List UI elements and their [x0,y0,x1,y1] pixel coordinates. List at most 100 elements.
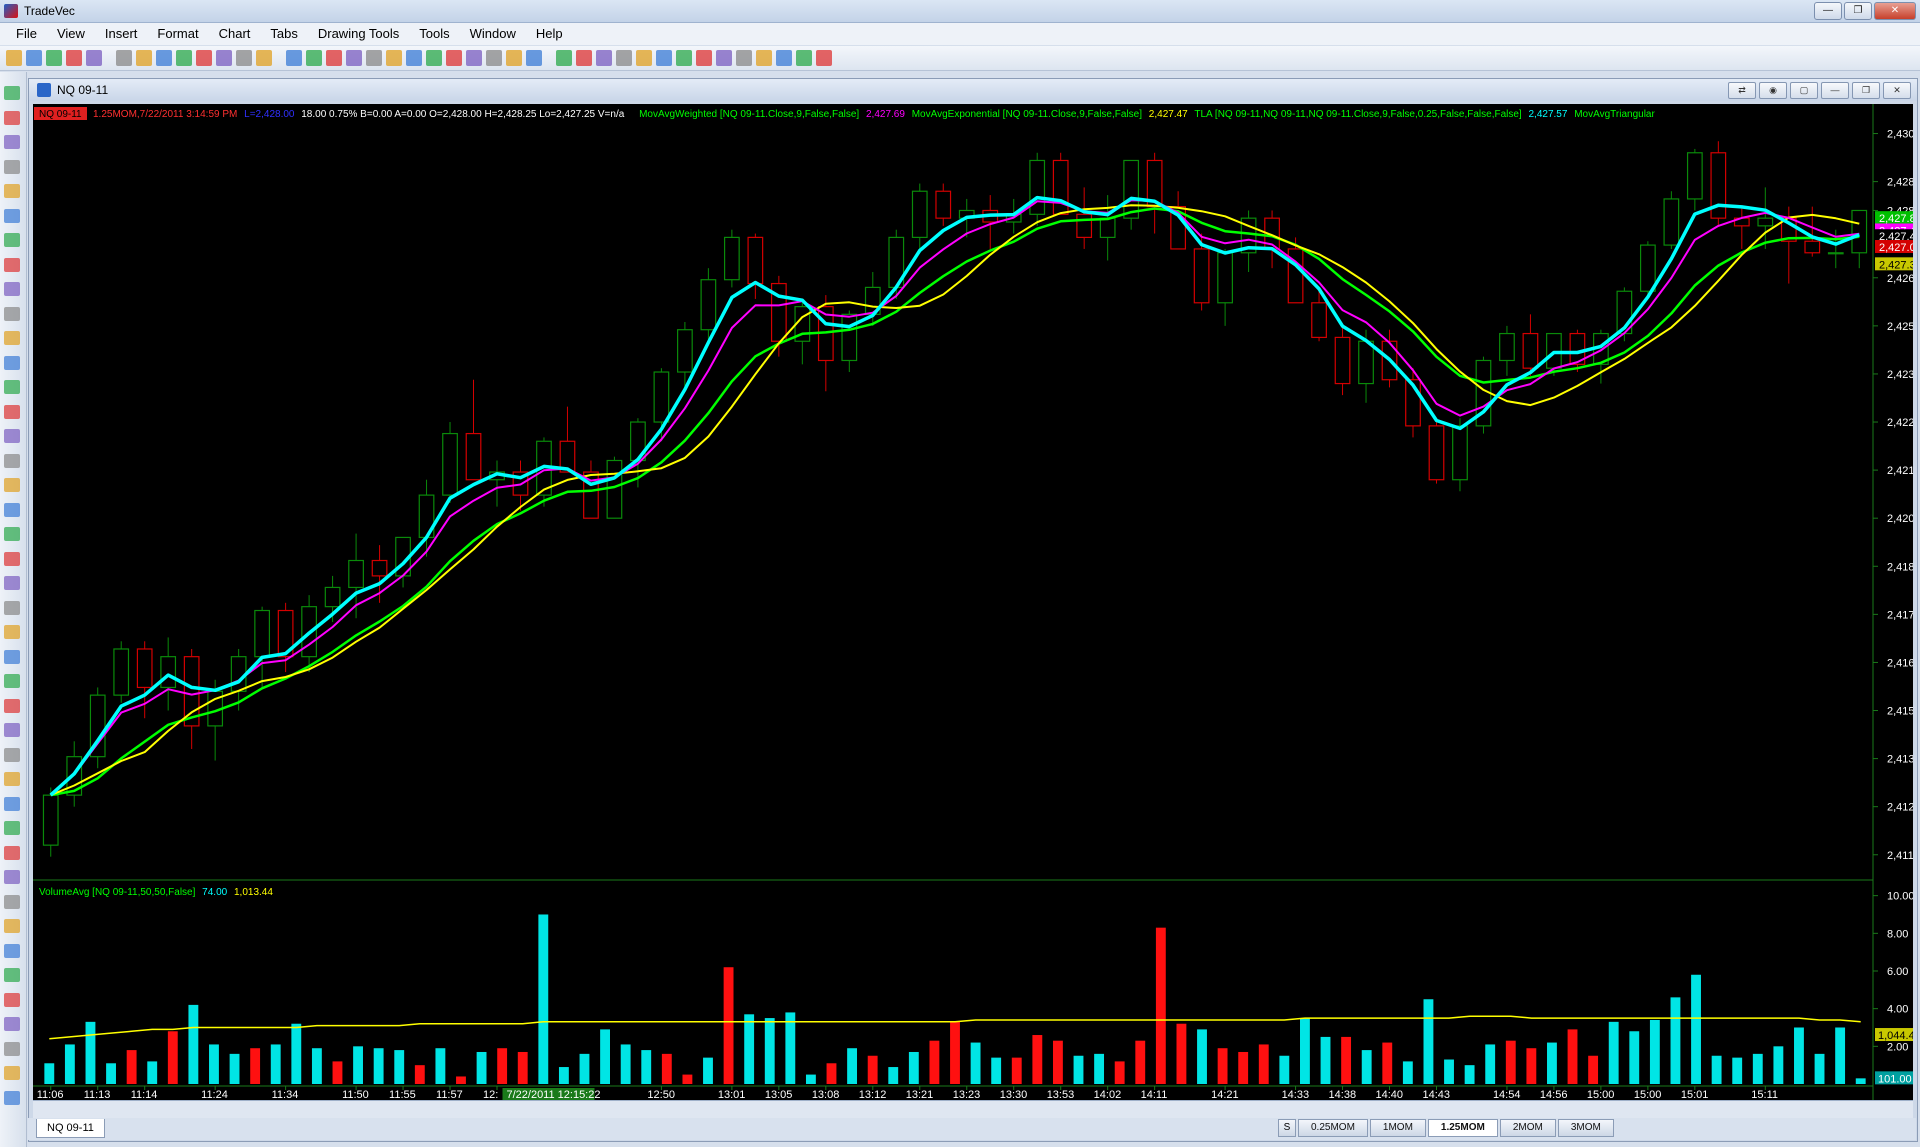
drawing-tool-icon[interactable] [4,625,20,639]
drawing-tool-icon[interactable] [4,894,20,909]
toolbar-tool-icon[interactable] [366,50,382,66]
drawing-tool-icon[interactable] [4,1041,20,1056]
minimize-button[interactable]: — [1814,2,1842,20]
menu-view[interactable]: View [47,23,95,45]
toolbar-tool-icon[interactable] [116,50,132,66]
drawing-tool-icon[interactable] [4,698,20,713]
drawing-tool-icon[interactable] [4,796,20,811]
drawing-tool-icon[interactable] [4,747,20,762]
restore-button[interactable]: ❐ [1844,2,1872,20]
menu-drawing-tools[interactable]: Drawing Tools [308,23,409,45]
drawing-tool-icon[interactable] [4,674,20,688]
menu-help[interactable]: Help [526,23,573,45]
drawing-tool-icon[interactable] [4,282,20,296]
tab-nq-09-11[interactable]: NQ 09-11 [36,1119,105,1138]
tile-button[interactable]: ▢ [1790,82,1818,99]
drawing-tool-icon[interactable] [4,453,20,468]
toolbar-tool-icon[interactable] [346,50,362,66]
toolbar-tool-icon[interactable] [466,50,482,66]
drawing-tool-icon[interactable] [4,992,20,1007]
drawing-tool-icon[interactable] [4,845,20,860]
menu-insert[interactable]: Insert [95,23,148,45]
toolbar-tool-icon[interactable] [696,50,712,66]
toolbar-tool-icon[interactable] [26,50,42,66]
drawing-tool-icon[interactable] [4,600,20,615]
price-chart[interactable]: 2,430.002,428.752,428.002,426.252,425.00… [33,104,1913,1100]
toolbar-tool-icon[interactable] [86,50,102,66]
toolbar-tool-icon[interactable] [66,50,82,66]
menu-tools[interactable]: Tools [409,23,459,45]
toolbar-tool-icon[interactable] [796,50,812,66]
toolbar-tool-icon[interactable] [426,50,442,66]
drawing-tool-icon[interactable] [4,1066,20,1080]
menu-format[interactable]: Format [147,23,208,45]
toolbar-tool-icon[interactable] [596,50,612,66]
tab-period-2mom[interactable]: 2MOM [1499,1119,1556,1137]
toolbar-tool-icon[interactable] [386,50,402,66]
menu-file[interactable]: File [6,23,47,45]
drawing-tool-icon[interactable] [4,1017,20,1031]
toolbar-tool-icon[interactable] [526,50,542,66]
drawing-tool-icon[interactable] [4,772,20,786]
toolbar-tool-icon[interactable] [736,50,752,66]
menu-chart[interactable]: Chart [209,23,261,45]
toolbar-tool-icon[interactable] [506,50,522,66]
drawing-tool-icon[interactable] [4,135,20,149]
toolbar-tool-icon[interactable] [6,50,22,66]
toolbar-tool-icon[interactable] [486,50,502,66]
drawing-tool-icon[interactable] [4,527,20,541]
drawing-tool-icon[interactable] [4,404,20,419]
toolbar-tool-icon[interactable] [176,50,192,66]
close-button[interactable]: ✕ [1874,2,1916,20]
toolbar-tool-icon[interactable] [46,50,62,66]
toolbar-tool-icon[interactable] [776,50,792,66]
drawing-tool-icon[interactable] [4,110,20,125]
toolbar-tool-icon[interactable] [816,50,832,66]
toolbar-tool-icon[interactable] [446,50,462,66]
toolbar-tool-icon[interactable] [306,50,322,66]
drawing-tool-icon[interactable] [4,331,20,345]
drawing-tool-icon[interactable] [4,355,20,370]
sync-button[interactable]: ◉ [1759,82,1787,99]
toolbar-tool-icon[interactable] [676,50,692,66]
toolbar-tool-icon[interactable] [616,50,632,66]
tab-period-1-25mom[interactable]: 1.25MOM [1427,1119,1498,1137]
toolbar-tool-icon[interactable] [286,50,302,66]
toolbar-tool-icon[interactable] [196,50,212,66]
toolbar-tool-icon[interactable] [556,50,572,66]
toolbar-tool-icon[interactable] [136,50,152,66]
toolbar-tool-icon[interactable] [656,50,672,66]
chart-restore-button[interactable]: ❐ [1852,82,1880,99]
chart-minimize-button[interactable]: — [1821,82,1849,99]
toolbar-tool-icon[interactable] [716,50,732,66]
drawing-tool-icon[interactable] [4,478,20,492]
menu-window[interactable]: Window [460,23,526,45]
toolbar-tool-icon[interactable] [326,50,342,66]
drawing-tool-icon[interactable] [4,257,20,272]
drawing-tool-icon[interactable] [4,184,20,198]
link-button[interactable]: ⇄ [1728,82,1756,99]
toolbar-tool-icon[interactable] [216,50,232,66]
drawing-tool-icon[interactable] [4,208,20,223]
toolbar-tool-icon[interactable] [636,50,652,66]
drawing-tool-icon[interactable] [4,551,20,566]
toolbar-tool-icon[interactable] [406,50,422,66]
drawing-tool-icon[interactable] [4,919,20,933]
drawing-tool-icon[interactable] [4,723,20,737]
drawing-tool-icon[interactable] [4,429,20,443]
drawing-tool-icon[interactable] [4,159,20,174]
drawing-tool-icon[interactable] [4,502,20,517]
toolbar-tool-icon[interactable] [576,50,592,66]
drawing-tool-icon[interactable] [4,576,20,590]
tab-period-0-25mom[interactable]: 0.25MOM [1298,1119,1368,1137]
drawing-tool-icon[interactable] [4,943,20,958]
drawing-tool-icon[interactable] [4,233,20,247]
drawing-tool-icon[interactable] [4,649,20,664]
drawing-tool-icon[interactable] [4,380,20,394]
time-axis-scrollbar[interactable] [33,1100,1913,1119]
tab-period-1mom[interactable]: 1MOM [1369,1119,1426,1137]
drawing-tool-icon[interactable] [4,968,20,982]
drawing-tool-icon[interactable] [4,1090,20,1105]
toolbar-tool-icon[interactable] [156,50,172,66]
toolbar-tool-icon[interactable] [756,50,772,66]
